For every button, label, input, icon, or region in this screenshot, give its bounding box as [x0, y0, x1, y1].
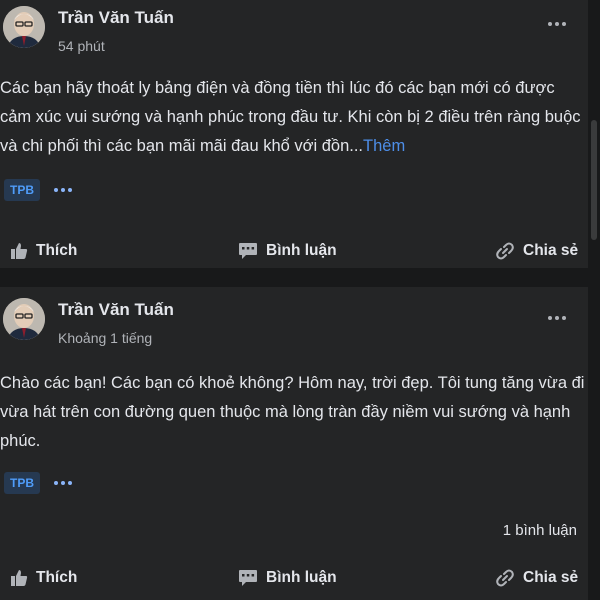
stock-tag[interactable]: TPB	[4, 472, 40, 494]
tag-more-button[interactable]	[54, 188, 72, 192]
see-more-link[interactable]: Thêm	[363, 137, 405, 155]
share-link-icon	[496, 569, 514, 587]
share-button[interactable]: Chia sẻ	[495, 560, 578, 596]
post-options-button[interactable]	[544, 312, 570, 324]
author-name[interactable]: Trần Văn Tuấn	[58, 300, 174, 320]
thumbs-up-icon	[11, 243, 28, 259]
author-avatar[interactable]	[3, 6, 45, 48]
share-label: Chia sẻ	[523, 242, 579, 259]
comment-bubble-icon	[239, 243, 257, 259]
comment-label: Bình luận	[266, 569, 337, 586]
post-body: Các bạn hãy thoát ly bảng điện và đồng t…	[0, 79, 581, 155]
comment-bubble-icon	[239, 570, 257, 586]
post-card: Trần Văn Tuấn 54 phút Các bạn hãy thoát …	[0, 0, 588, 268]
comment-button[interactable]: Bình luận	[238, 560, 337, 596]
post-card: Trần Văn Tuấn Khoảng 1 tiếng Chào các bạ…	[0, 287, 588, 600]
post-options-button[interactable]	[544, 18, 570, 30]
post-text: Các bạn hãy thoát ly bảng điện và đồng t…	[0, 74, 585, 161]
action-bar: Thích Bình luận Chia sẻ	[0, 560, 588, 596]
tag-more-button[interactable]	[54, 481, 72, 485]
post-time[interactable]: Khoảng 1 tiếng	[58, 330, 152, 346]
comment-button[interactable]: Bình luận	[238, 233, 337, 269]
scroll-thumb[interactable]	[591, 120, 597, 240]
like-label: Thích	[36, 569, 78, 586]
share-label: Chia sẻ	[523, 569, 579, 586]
like-label: Thích	[36, 242, 78, 259]
comment-label: Bình luận	[266, 242, 337, 259]
stock-tag[interactable]: TPB	[4, 179, 40, 201]
author-name[interactable]: Trần Văn Tuấn	[58, 8, 174, 28]
more-dots-icon	[548, 22, 552, 26]
like-button[interactable]: Thích	[10, 233, 77, 269]
action-bar: Thích Bình luận Chia sẻ	[0, 233, 588, 269]
share-button[interactable]: Chia sẻ	[495, 233, 578, 269]
share-link-icon	[496, 242, 514, 260]
comment-count[interactable]: 1 bình luận	[503, 522, 577, 539]
post-time[interactable]: 54 phút	[58, 38, 105, 54]
more-dots-icon	[548, 316, 552, 320]
author-avatar[interactable]	[3, 298, 45, 340]
thumbs-up-icon	[11, 570, 28, 586]
scrollbar[interactable]	[588, 0, 600, 600]
post-body: Chào các bạn! Các bạn có khoẻ không? Hôm…	[0, 374, 585, 450]
like-button[interactable]: Thích	[10, 560, 77, 596]
